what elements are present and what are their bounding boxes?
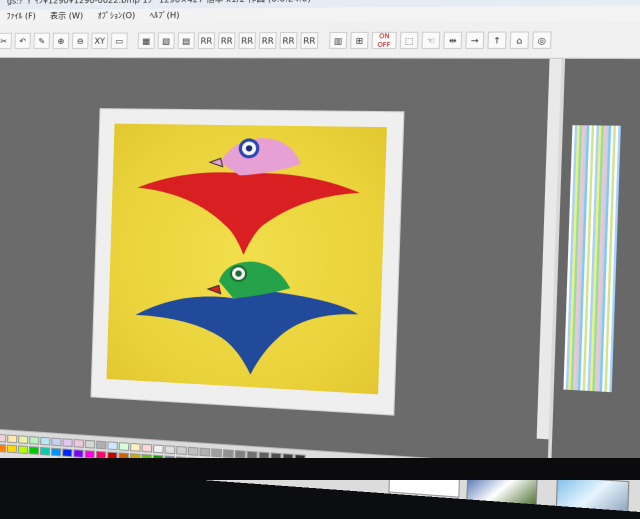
embroidery-design[interactable] (106, 123, 387, 395)
menu-file[interactable]: ﾌｧｲﾙ (F) (6, 10, 36, 24)
palette-swatch-r1-18[interactable] (176, 445, 187, 455)
xy-icon[interactable]: XY (91, 32, 109, 49)
palette-swatch-r1-8[interactable] (62, 438, 73, 448)
thread-preview-pane (547, 58, 640, 479)
rr-button-5[interactable]: RR (279, 31, 298, 49)
palette-swatch-r2-6[interactable] (39, 446, 51, 456)
color-tool-icon[interactable]: ▧ (157, 31, 175, 49)
palette-tool-icon[interactable]: ▤ (177, 31, 195, 49)
palette-swatch-r1-16[interactable] (153, 444, 164, 454)
palette-swatch-r1-7[interactable] (51, 437, 62, 447)
grid-icon[interactable]: ▥ (329, 31, 348, 49)
arrow-right-icon[interactable]: → (465, 31, 485, 49)
pink-head-shape (220, 137, 302, 177)
stitch-tool-icon[interactable]: ▦ (137, 31, 155, 49)
rr-button-2[interactable]: RR (217, 31, 236, 49)
palette-swatch-r1-2[interactable] (0, 433, 7, 443)
app-screen: gs:ﾃﾞｻﾞｲﾝ¥1290¥1290-0022.bmp 1ｼｰ 1290×42… (0, 0, 640, 519)
palette-swatch-r1-14[interactable] (130, 442, 141, 452)
palette-swatch-r1-5[interactable] (29, 436, 40, 445)
canvas-area[interactable] (0, 57, 562, 466)
palette-swatch-r2-7[interactable] (50, 447, 62, 457)
palette-swatch-r2-8[interactable] (62, 448, 73, 458)
palette-swatch-r1-6[interactable] (40, 436, 51, 446)
rr-button-1[interactable]: RR (197, 31, 216, 49)
snap-icon[interactable]: ⊞ (350, 31, 369, 49)
palette-swatch-r2-5[interactable] (28, 446, 40, 455)
palette-swatch-r2-4[interactable] (17, 445, 29, 455)
beak-shape (210, 158, 223, 167)
design-artwork (133, 124, 361, 381)
cut-icon[interactable]: ✂ (0, 32, 12, 49)
palette-swatch-r1-15[interactable] (141, 443, 153, 453)
thumbnail-2[interactable] (555, 476, 630, 515)
rr-button-4[interactable]: RR (258, 31, 277, 49)
design-frame (91, 109, 404, 415)
palette-swatch-r1-21[interactable] (211, 448, 223, 458)
split-icon[interactable]: ⇹ (443, 31, 463, 49)
palette-swatch-r2-2[interactable] (0, 443, 7, 453)
palette-swatch-r2-9[interactable] (73, 449, 84, 459)
desk-background (0, 458, 640, 480)
palette-swatch-r1-10[interactable] (84, 439, 96, 449)
zoom-out-icon[interactable]: ⊖ (71, 32, 89, 49)
zoom-in-icon[interactable]: ⊕ (52, 32, 70, 49)
home-icon[interactable]: ⌂ (509, 30, 530, 49)
undo-icon[interactable]: ↶ (14, 32, 31, 49)
palette-swatch-r1-13[interactable] (118, 442, 130, 451)
on-off-toggle[interactable]: ON OFF (371, 31, 397, 49)
palette-swatch-r1-22[interactable] (222, 449, 234, 459)
palette-swatch-r2-3[interactable] (6, 444, 18, 454)
palette-swatch-r1-20[interactable] (199, 447, 211, 457)
palette-swatch-r1-17[interactable] (164, 445, 176, 455)
bar-icon[interactable]: ▭ (110, 32, 128, 49)
edit-icon[interactable]: ✎ (33, 32, 51, 49)
color-wheel-icon[interactable]: ◎ (532, 30, 552, 49)
main-toolbar: ✂ ↶ ✎ ⊕ ⊖ XY ▭ ▦ ▧ ▤ RR RR RR RR RR RR ▥… (0, 20, 640, 60)
palette-swatch-r1-11[interactable] (96, 440, 107, 450)
select-icon[interactable]: ⬚ (399, 31, 419, 49)
palette-swatch-r1-3[interactable] (7, 434, 18, 444)
menu-help[interactable]: ﾍﾙﾌﾟ(H) (150, 9, 180, 24)
thread-stripe-preview (563, 125, 621, 393)
palette-swatch-r1-12[interactable] (107, 441, 118, 451)
palette-swatch-r1-9[interactable] (73, 439, 85, 448)
blue-wing-shape (133, 285, 359, 381)
arrow-up-icon[interactable]: ↑ (487, 30, 507, 49)
red-wing-shape (135, 170, 361, 259)
palette-swatch-r1-19[interactable] (187, 446, 199, 456)
rr-button-3[interactable]: RR (238, 31, 257, 49)
beak-shape-2 (208, 285, 221, 294)
hand-icon[interactable]: ☜ (421, 31, 441, 49)
rr-button-6[interactable]: RR (300, 31, 319, 49)
palette-swatch-r1-4[interactable] (18, 435, 29, 445)
menu-view[interactable]: 表示 (W) (50, 9, 84, 23)
menu-options[interactable]: ｵﾌﾟｼｮﾝ(O) (97, 9, 135, 24)
